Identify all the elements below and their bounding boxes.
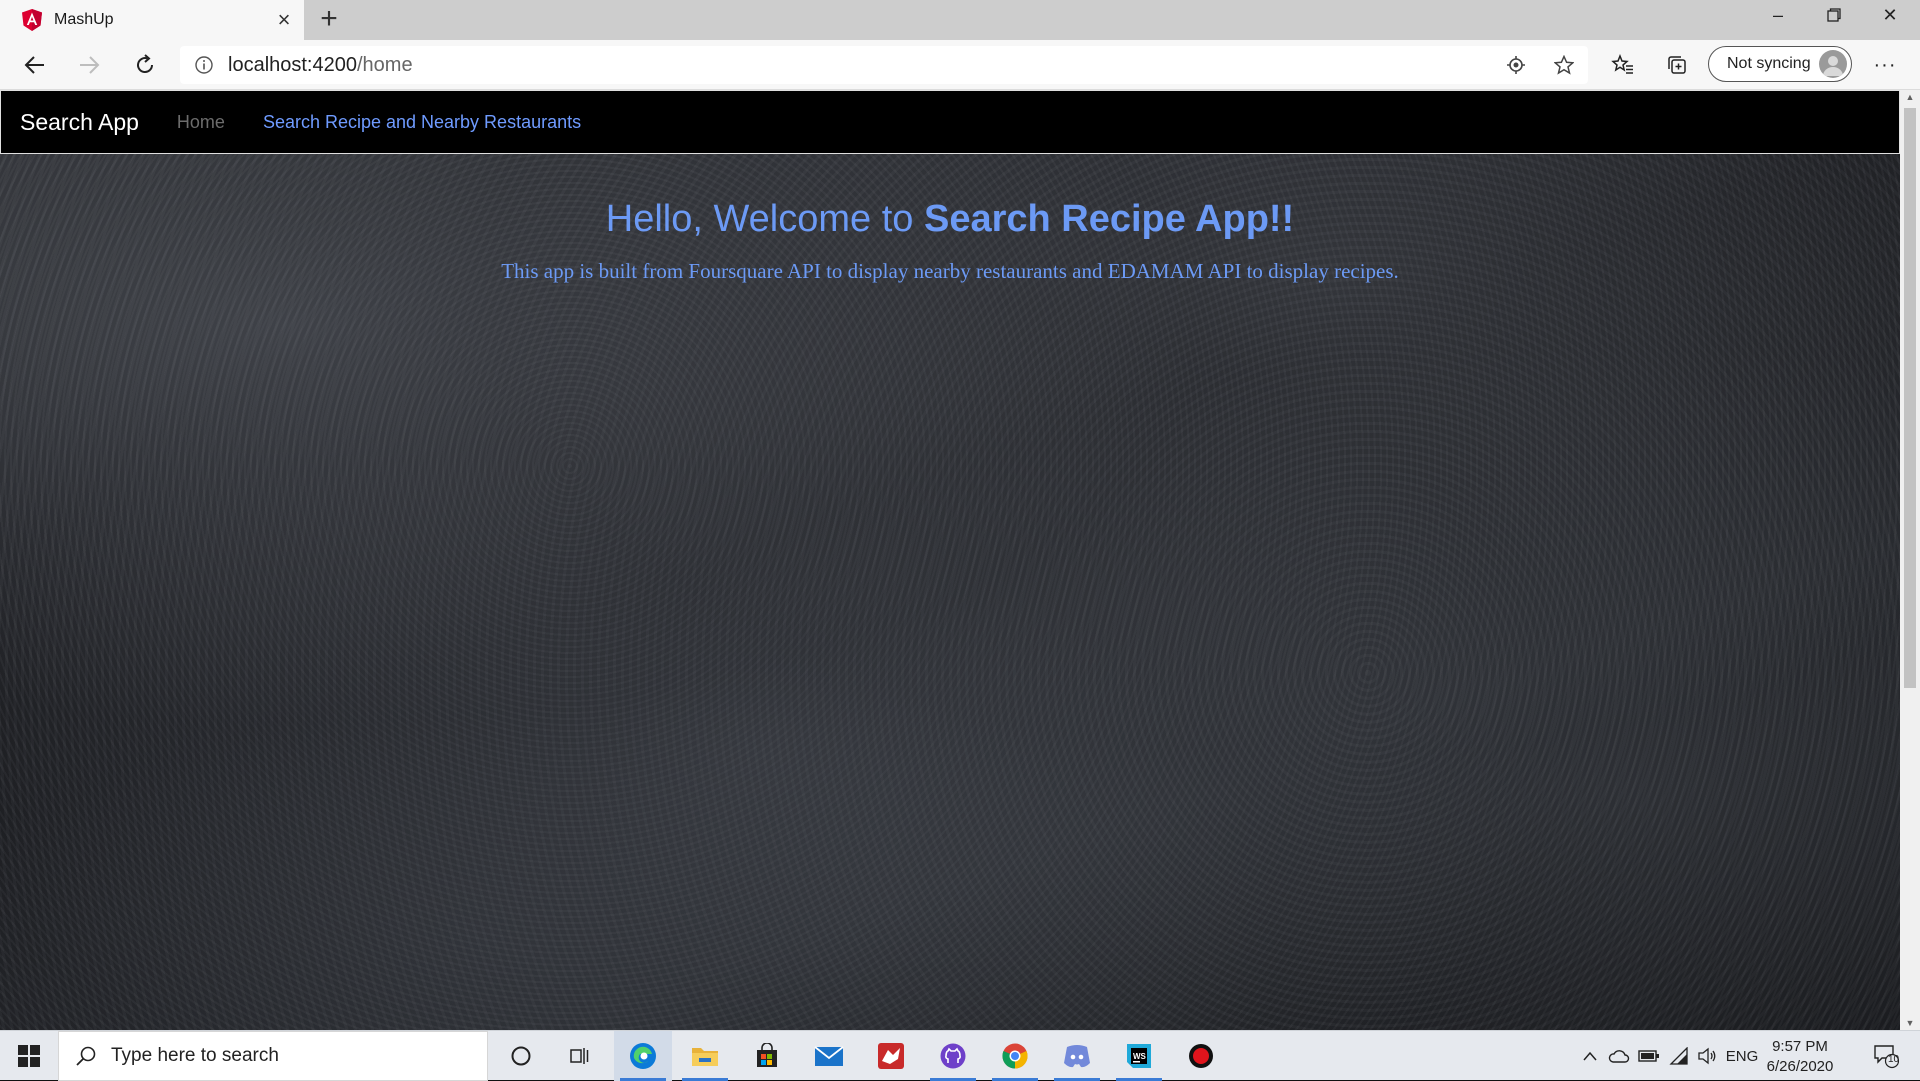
- angular-icon: [22, 9, 42, 31]
- cortana-circle-icon: [511, 1046, 531, 1066]
- task-view-button[interactable]: [550, 1031, 608, 1081]
- site-info-icon[interactable]: [180, 56, 228, 74]
- refresh-icon: [137, 54, 154, 74]
- back-button[interactable]: [18, 48, 52, 82]
- taskbar-github-desktop[interactable]: [924, 1031, 982, 1081]
- chevron-up-icon: [1583, 1051, 1597, 1061]
- back-arrow-icon: [24, 56, 44, 74]
- refresh-button[interactable]: [128, 48, 162, 82]
- taskbar-discord[interactable]: [1048, 1031, 1106, 1081]
- restore-icon[interactable]: [1806, 0, 1862, 40]
- show-hidden-icons-button[interactable]: [1578, 1031, 1602, 1081]
- windows-logo-icon: [18, 1045, 40, 1067]
- taskbar-edge[interactable]: [614, 1031, 672, 1081]
- clock-time: 9:57 PM: [1772, 1038, 1828, 1055]
- avatar: [1819, 50, 1847, 78]
- input-language[interactable]: ENG: [1724, 1031, 1760, 1081]
- cortana-button[interactable]: [492, 1031, 550, 1081]
- start-button[interactable]: [0, 1031, 58, 1081]
- tab-title: MashUp: [54, 11, 114, 28]
- svg-text:WS: WS: [1133, 1052, 1147, 1061]
- clock-date: 6/26/2020: [1766, 1058, 1834, 1075]
- taskbar-chrome[interactable]: [986, 1031, 1044, 1081]
- taskbar-search-placeholder: Type here to search: [111, 1045, 279, 1066]
- taskbar-mail[interactable]: [800, 1031, 858, 1081]
- nav-link-search-recipe-restaurants[interactable]: Search Recipe and Nearby Restaurants: [263, 112, 581, 133]
- battery-tray[interactable]: [1636, 1031, 1662, 1081]
- browser-tab-strip: MashUp × + – ✕: [0, 0, 1920, 40]
- minimize-icon[interactable]: –: [1750, 0, 1806, 40]
- welcome-app-name: Search Recipe App!!: [923, 198, 1295, 240]
- favorites-button[interactable]: [1606, 48, 1640, 82]
- notification-count-badge: 10: [1888, 1054, 1900, 1065]
- welcome-heading: Hello, Welcome to Search Recipe App!!: [0, 198, 1900, 241]
- favorite-star-icon[interactable]: [1540, 55, 1588, 75]
- tab-close-icon[interactable]: ×: [264, 0, 304, 40]
- webstorm-icon: WS: [1127, 1044, 1151, 1068]
- network-tray[interactable]: [1666, 1031, 1692, 1081]
- folder-icon: [692, 1048, 718, 1066]
- taskbar-clock[interactable]: 9:57 PM 6/26/2020: [1762, 1037, 1838, 1077]
- profile-sync-button[interactable]: Not syncing: [1708, 46, 1852, 82]
- browser-tab[interactable]: MashUp ×: [0, 0, 304, 40]
- url-host: localhost:4200: [228, 53, 357, 76]
- taskbar-webstorm[interactable]: WS: [1110, 1031, 1168, 1081]
- volume-tray[interactable]: [1694, 1031, 1720, 1081]
- browser-toolbar: localhost:4200/home Not syncing ···: [0, 40, 1920, 90]
- more-dots-icon: ···: [1873, 53, 1897, 76]
- url-path: /home: [356, 53, 413, 76]
- app-red-logo-icon: [878, 1043, 904, 1069]
- battery-icon: [1638, 1050, 1659, 1062]
- windows-taskbar: Type here to search WS ENG 9:57 PM 6/26/…: [0, 1030, 1920, 1081]
- url-text[interactable]: localhost:4200/home: [228, 54, 1492, 77]
- close-window-icon[interactable]: ✕: [1862, 0, 1918, 40]
- speaker-icon: [1698, 1047, 1716, 1065]
- forward-button[interactable]: [72, 48, 106, 82]
- cloud-icon: [1608, 1050, 1630, 1063]
- scroll-up-arrow-icon[interactable]: ▲: [1900, 92, 1920, 102]
- taskbar-file-explorer[interactable]: [676, 1031, 734, 1081]
- navbar-brand[interactable]: Search App: [20, 109, 139, 136]
- welcome-section: Hello, Welcome to Search Recipe App!! Th…: [0, 198, 1900, 284]
- sync-status-label: Not syncing: [1727, 55, 1811, 72]
- action-center-button[interactable]: 10: [1866, 1031, 1906, 1081]
- scrollbar-thumb[interactable]: [1904, 108, 1916, 688]
- collections-icon: [1668, 56, 1686, 74]
- task-view-icon: [570, 1048, 589, 1064]
- taskbar-store[interactable]: [738, 1031, 796, 1081]
- page-viewport: Search App Home Search Recipe and Nearby…: [0, 90, 1900, 1030]
- search-icon: [76, 1046, 96, 1066]
- taskbar-hackerrank[interactable]: [862, 1031, 920, 1081]
- app-navbar: Search App Home Search Recipe and Nearby…: [0, 90, 1900, 154]
- taskbar-recorder[interactable]: [1172, 1031, 1230, 1081]
- location-icon[interactable]: [1492, 55, 1540, 75]
- github-icon: [940, 1043, 966, 1069]
- store-bag-icon: [757, 1043, 777, 1067]
- nav-link-home[interactable]: Home: [177, 112, 225, 133]
- taskbar-search-box[interactable]: Type here to search: [58, 1031, 488, 1081]
- page-scrollbar[interactable]: ▲ ▼: [1900, 90, 1920, 1030]
- welcome-greeting: Hello, Welcome to: [605, 198, 924, 240]
- settings-more-button[interactable]: ···: [1868, 48, 1902, 82]
- chrome-icon: [1002, 1043, 1028, 1069]
- welcome-description: This app is built from Foursquare API to…: [501, 259, 1399, 283]
- scroll-down-arrow-icon[interactable]: ▼: [1900, 1018, 1920, 1028]
- address-bar[interactable]: localhost:4200/home: [180, 46, 1588, 84]
- mail-envelope-icon: [814, 1046, 844, 1066]
- discord-icon: [1064, 1045, 1090, 1068]
- onedrive-tray[interactable]: [1606, 1031, 1632, 1081]
- favorites-list-icon: [1611, 54, 1633, 74]
- wifi-icon: [1669, 1047, 1688, 1065]
- edge-browser-icon: [630, 1043, 656, 1069]
- record-icon: [1189, 1044, 1213, 1068]
- forward-arrow-icon: [80, 56, 100, 74]
- collections-button[interactable]: [1660, 48, 1694, 82]
- new-tab-button[interactable]: +: [314, 0, 344, 40]
